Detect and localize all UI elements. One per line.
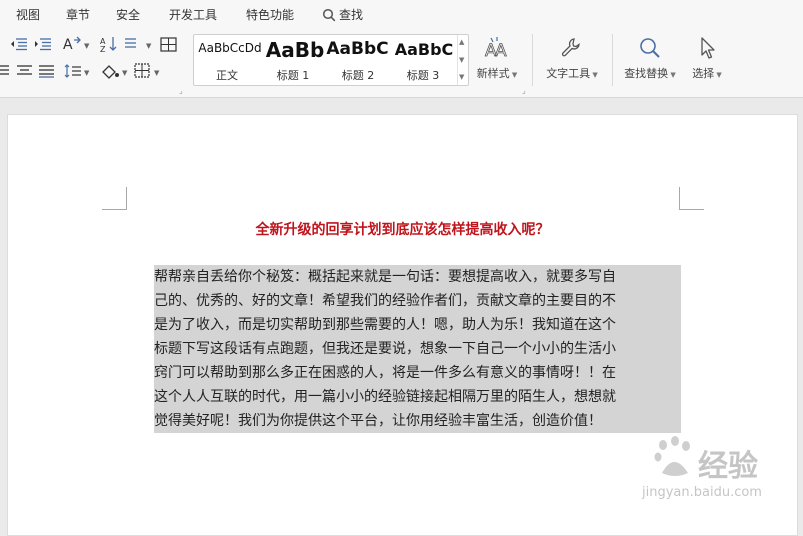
- menu-search[interactable]: 查找: [322, 6, 363, 23]
- svg-text:A: A: [495, 41, 507, 60]
- new-style-icon: AA: [485, 37, 507, 60]
- body-text-line[interactable]: 帮帮亲自丢给你个秘笈：概括起来就是一句话：要想提高收入，就要多写自: [154, 265, 681, 289]
- style-heading-3[interactable]: AaBbC 标题 3: [390, 35, 456, 85]
- style-sample: AaBb: [265, 38, 325, 62]
- style-name: 标题 2: [341, 69, 375, 82]
- ribbon: 视图 章节 安全 开发工具 特色功能 查找 A ▼ AZ ▼ ▼ ▼ ▼ ⌟ A…: [0, 0, 803, 98]
- paragraph-spacing-icon[interactable]: [64, 64, 84, 82]
- style-name: 标题 3: [406, 69, 440, 82]
- chevron-up-icon[interactable]: ▲: [459, 38, 464, 46]
- body-text-line[interactable]: 窍门可以帮助到那么多正在困惑的人，将是一件多么有意义的事情呀！！在: [154, 361, 681, 385]
- baidu-jingyan-watermark: 经验 jingyan.baidu.com: [640, 433, 800, 523]
- line-spacing-icon[interactable]: [124, 37, 144, 55]
- menu-security[interactable]: 安全: [116, 6, 140, 23]
- search-icon: [322, 8, 336, 21]
- body-text-line[interactable]: 觉得美好呢！我们为你提供这个平台，让你用经验丰富生活，创造价值！: [154, 409, 681, 433]
- style-name: 正文: [216, 69, 238, 82]
- menu-view[interactable]: 视图: [16, 6, 40, 23]
- menu-developer-tools[interactable]: 开发工具: [169, 6, 217, 23]
- style-name: 标题 1: [276, 69, 310, 82]
- body-text-line[interactable]: 这个人人互联的时代，用一篇小小的经验链接起相隔万里的陌生人，想想就: [154, 385, 681, 409]
- increase-indent-icon[interactable]: [34, 37, 54, 55]
- body-text-line[interactable]: 标题下写这段话有点跑题，但我还是要说，想象一下自己一个小小的生活小: [154, 337, 681, 361]
- more-icon[interactable]: ▼: [459, 73, 464, 81]
- table-icon[interactable]: [160, 37, 180, 55]
- distributed-align-icon[interactable]: [38, 64, 58, 82]
- paw-logo-icon: [654, 436, 690, 476]
- menu-special-features[interactable]: 特色功能: [246, 6, 294, 23]
- watermark-url: jingyan.baidu.com: [642, 485, 762, 500]
- text-tools-button[interactable]: 文字工具 ▼: [540, 36, 604, 81]
- new-style-button[interactable]: AA 新样式 ▼: [474, 36, 520, 81]
- styles-launcher-icon[interactable]: ⌟: [522, 86, 526, 95]
- style-sample: AaBbC: [326, 39, 389, 59]
- select-label: 选择 ▼: [692, 67, 722, 80]
- sort-icon[interactable]: AZ: [100, 36, 120, 54]
- menu-search-label: 查找: [339, 8, 364, 22]
- paragraph-settings-launcher-icon[interactable]: ⌟: [179, 86, 183, 95]
- style-sample: AaBbC: [394, 40, 454, 59]
- chevron-down-icon[interactable]: ▼: [459, 56, 464, 64]
- shading-icon[interactable]: [100, 63, 120, 81]
- cursor-arrow-icon: [701, 37, 715, 59]
- body-text-line[interactable]: 是为了收入，而是切实帮助到那些需要的人！嗯，助人为乐！我知道在这个: [154, 313, 681, 337]
- new-style-label: 新样式 ▼: [476, 67, 518, 80]
- find-replace-button[interactable]: 查找替换 ▼: [618, 36, 682, 81]
- style-normal[interactable]: AaBbCcDd 正文: [194, 35, 262, 85]
- chevron-down-icon[interactable]: ▼: [84, 42, 89, 50]
- style-sample: AaBbCcDd: [198, 41, 262, 55]
- text-tools-label: 文字工具 ▼: [546, 67, 598, 80]
- svg-text:Z: Z: [100, 45, 106, 52]
- watermark-brand: 经验: [698, 449, 758, 484]
- style-heading-2[interactable]: AaBbC 标题 2: [326, 35, 390, 85]
- style-gallery: AaBbCcDd 正文 AaBb 标题 1 AaBbC 标题 2 AaBbC 标…: [193, 34, 469, 86]
- separator: [532, 34, 533, 86]
- style-gallery-scrollbar[interactable]: ▲ ▼ ▼: [457, 35, 468, 85]
- chevron-down-icon[interactable]: ▼: [154, 69, 159, 77]
- margin-corner-top-left: [102, 187, 127, 210]
- chevron-down-icon[interactable]: ▼: [84, 69, 89, 77]
- chevron-down-icon[interactable]: ▼: [122, 69, 127, 77]
- menu-chapter[interactable]: 章节: [66, 6, 90, 23]
- chevron-down-icon[interactable]: ▼: [146, 42, 151, 50]
- separator: [612, 34, 613, 86]
- style-heading-1[interactable]: AaBb 标题 1: [260, 35, 326, 85]
- document-title[interactable]: 全新升级的回享计划到底应该怎样提高收入呢？: [8, 219, 797, 239]
- text-direction-icon[interactable]: A: [62, 36, 82, 54]
- margin-corner-top-right: [679, 187, 704, 210]
- svg-text:A: A: [63, 37, 73, 52]
- body-text-line[interactable]: 己的、优秀的、好的文章！希望我们的经验作者们，贡献文章的主要目的不: [154, 289, 681, 313]
- decrease-indent-icon[interactable]: [10, 37, 30, 55]
- borders-icon[interactable]: [134, 63, 154, 81]
- magnifier-icon: [640, 38, 660, 58]
- find-replace-label: 查找替换 ▼: [624, 67, 676, 80]
- menu-bar: 视图 章节 安全 开发工具 特色功能 查找: [0, 0, 803, 28]
- align-center-icon[interactable]: [16, 64, 36, 82]
- select-button[interactable]: 选择 ▼: [686, 36, 728, 81]
- wrench-icon: [561, 38, 580, 57]
